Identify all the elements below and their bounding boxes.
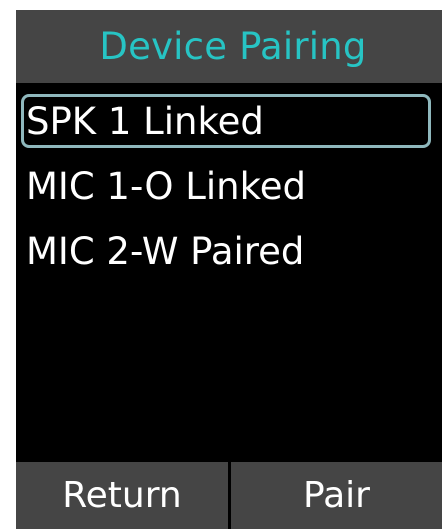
pair-button[interactable]: Pair [228,462,442,529]
device-item-label: SPK 1 Linked [26,99,264,143]
screen-title: Device Pairing [99,25,367,68]
device-item-spk-1[interactable]: SPK 1 Linked [21,94,431,148]
device-screen: Device Pairing SPK 1 Linked MIC 1-O Link… [16,10,442,529]
device-item-label: MIC 1-O Linked [26,164,306,208]
return-button[interactable]: Return [16,462,228,529]
device-item-mic-2-w[interactable]: MIC 2-W Paired [21,224,431,278]
device-item-label: MIC 2-W Paired [26,229,305,273]
title-bar: Device Pairing [16,10,442,83]
device-item-mic-1-o[interactable]: MIC 1-O Linked [21,159,431,213]
softkey-bar: Return Pair [16,462,442,529]
